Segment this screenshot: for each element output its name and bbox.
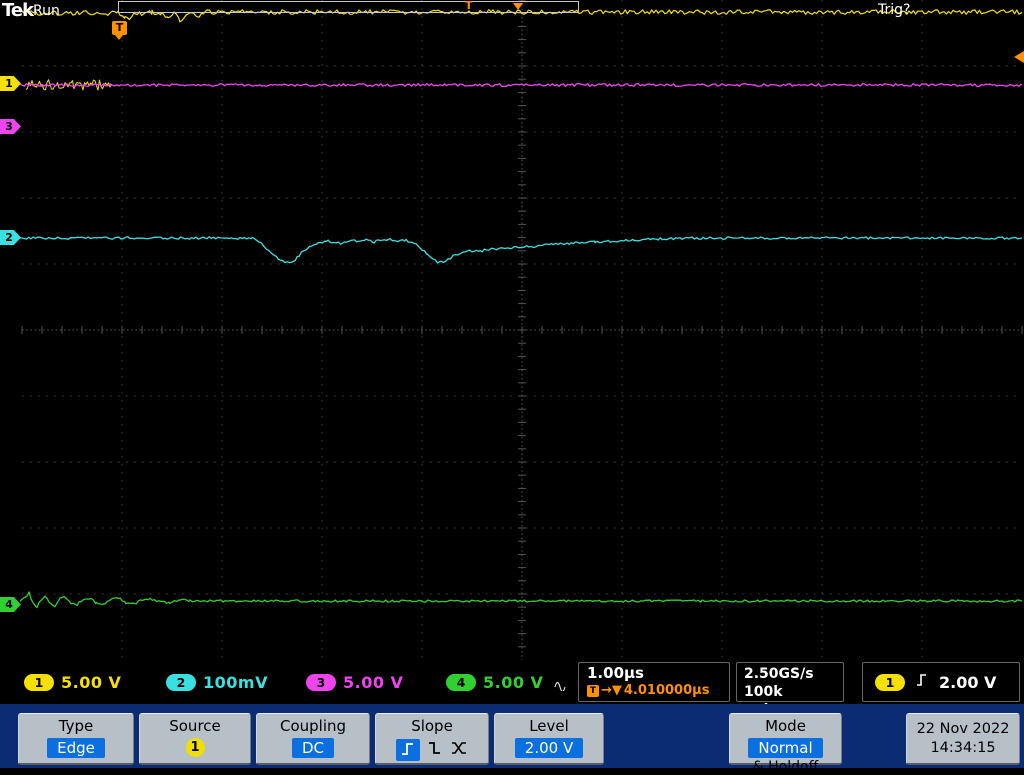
ch2-readout: 2 100mV — [166, 673, 268, 692]
level-value: 2.00 V — [514, 738, 584, 758]
ch3-trace — [19, 82, 1023, 88]
ch3-scale: 5.00 V — [343, 673, 404, 692]
ch4-readout: 4 5.00 V — [446, 673, 543, 692]
slope-button[interactable]: Slope — [375, 713, 489, 765]
trigger-slope-icon — [915, 672, 929, 692]
mode-label: Mode — [765, 717, 806, 735]
ch1-readout: 1 5.00 V — [24, 673, 121, 692]
rising-slope-icon — [396, 739, 420, 761]
trigger-source-badge: 1 — [875, 673, 905, 691]
trigger-level-value: 2.00 V — [939, 672, 997, 692]
record-position-icon — [513, 3, 523, 10]
oscilloscope-screen: Tek Run Trig? T T 1 5.00 V 2 100mV 3 5.0… — [0, 0, 1024, 775]
trigger-t-icon: T — [587, 684, 599, 697]
delay-value: 4.010000µs — [623, 683, 710, 698]
mode-holdoff: & Holdoff — [752, 759, 819, 775]
slope-options — [376, 739, 488, 761]
ch3-badge: 3 — [306, 674, 336, 691]
acquisition-status: Run — [33, 3, 60, 19]
ch1-burst — [25, 79, 113, 91]
menu-bar: Type Edge Source 1 Coupling DC Slope Lev… — [0, 704, 1024, 775]
source-label: Source — [169, 717, 221, 735]
source-channel-badge: 1 — [185, 738, 205, 757]
sample-rate: 2.50GS/s — [744, 666, 814, 682]
type-label: Type — [58, 717, 94, 735]
level-button[interactable]: Level 2.00 V — [494, 713, 604, 765]
ch1-scale: 5.00 V — [61, 673, 122, 692]
ch2-badge: 2 — [166, 674, 196, 691]
mode-value: Normal — [748, 738, 823, 758]
record-view-bar: T — [118, 0, 579, 13]
horizontal-readout: 1.00µs T →▼ 4.010000µs — [578, 662, 730, 702]
trigger-level-arrow-icon[interactable] — [1014, 51, 1024, 63]
ch4-trace — [19, 591, 1023, 609]
type-button[interactable]: Type Edge — [18, 713, 134, 765]
channel-1-position-marker[interactable]: 1 — [0, 76, 21, 91]
coupling-value: DC — [291, 738, 335, 758]
acquisition-readout: 2.50GS/s 100k points — [736, 662, 844, 718]
timebase-scale: 1.00µs — [587, 664, 644, 682]
channel-2-position-marker[interactable]: 2 — [0, 230, 21, 245]
horizontal-delay: T →▼ 4.010000µs — [587, 683, 721, 698]
waveform-indicator-icon — [554, 676, 568, 695]
coupling-label: Coupling — [279, 717, 347, 735]
time-text: 14:34:15 — [930, 740, 996, 756]
ch4-scale: 5.00 V — [483, 673, 544, 692]
tek-logo: Tek — [2, 0, 34, 21]
readout-bar: 1 5.00 V 2 100mV 3 5.00 V 4 5.00 V 1.00µ… — [0, 660, 1024, 718]
graticule — [19, 0, 1023, 660]
ch2-scale: 100mV — [203, 673, 268, 692]
mode-button[interactable]: Mode Normal & Holdoff — [729, 713, 842, 775]
trigger-position-marker[interactable]: T — [112, 21, 127, 40]
ch2-trace — [20, 236, 1023, 264]
date-text: 22 Nov 2022 — [916, 721, 1010, 737]
channel-4-position-marker[interactable]: 4 — [0, 597, 21, 612]
type-value: Edge — [47, 738, 105, 758]
either-slope-icon — [450, 740, 468, 760]
channel-3-position-marker[interactable]: 3 — [0, 119, 21, 134]
trigger-status: Trig? — [878, 2, 911, 18]
record-trigger-marker: T — [465, 0, 473, 12]
slope-label: Slope — [411, 717, 453, 735]
coupling-button[interactable]: Coupling DC — [256, 713, 370, 765]
ch4-badge: 4 — [446, 674, 476, 691]
datetime-box: 22 Nov 2022 14:34:15 — [906, 713, 1020, 765]
delay-arrows-icon: →▼ — [601, 683, 622, 698]
ch3-readout: 3 5.00 V — [306, 673, 403, 692]
level-label: Level — [529, 717, 569, 735]
ch1-badge: 1 — [24, 674, 54, 691]
falling-slope-icon — [427, 740, 443, 760]
trigger-readout: 1 2.00 V — [862, 662, 1020, 702]
source-button[interactable]: Source 1 — [139, 713, 251, 765]
